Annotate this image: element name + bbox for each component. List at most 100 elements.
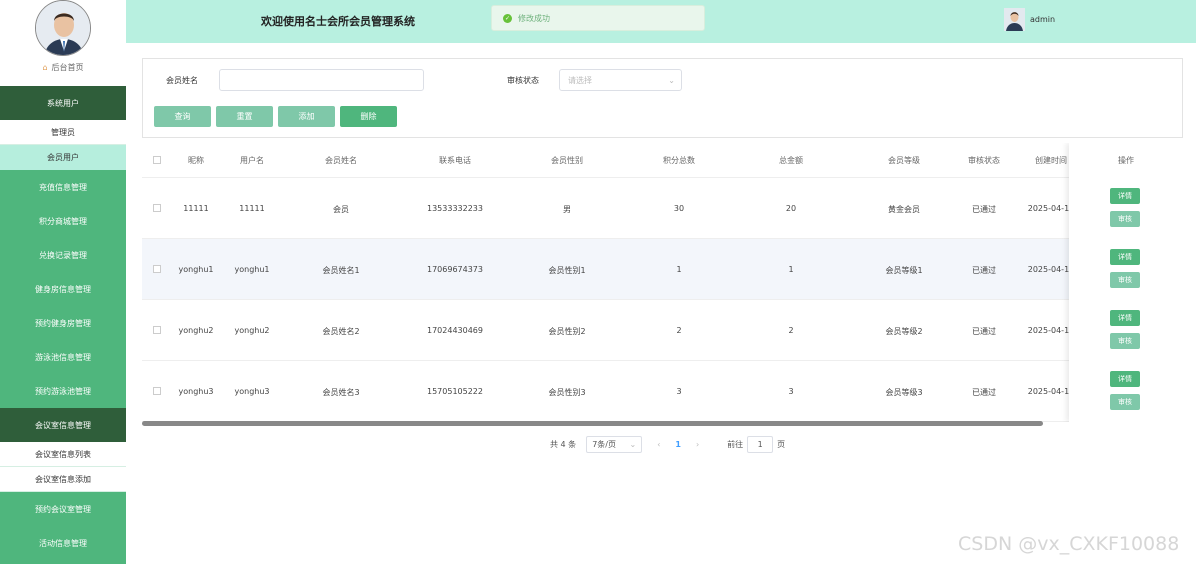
sidebar-item-0[interactable]: 系统用户: [0, 86, 126, 120]
column-header-5: 积分总数: [663, 156, 695, 165]
table-cell: 15705105222: [427, 387, 483, 396]
table-cell: 2025-04-14: [1027, 387, 1075, 396]
review-status-placeholder: 请选择: [568, 75, 592, 85]
sidebar-menu: 系统用户 管理员 会员用户 充值信息管理 积分商城管理 兑换记录管理 健身房信息管理 预约健身…: [0, 86, 126, 560]
review-button[interactable]: 审核: [1110, 333, 1140, 349]
page-unit: 页: [777, 439, 786, 449]
table-cell: 2: [676, 326, 682, 335]
sidebar-item-12[interactable]: 会议室信息添加: [0, 467, 126, 492]
sidebar-item-9[interactable]: 预约游泳池管理: [0, 374, 126, 408]
sidebar-item-6[interactable]: 健身房信息管理: [0, 272, 126, 306]
total-count: 共 4 条: [550, 439, 577, 449]
home-icon: ⌂: [42, 63, 48, 72]
select-all-checkbox[interactable]: [153, 156, 161, 164]
success-toast: ✓ 修改成功: [491, 5, 705, 31]
column-header-3: 联系电话: [439, 156, 471, 165]
add-button[interactable]: 添加: [278, 106, 335, 127]
home-link[interactable]: ⌂ 后台首页: [0, 62, 126, 73]
table-cell: 会员等级3: [885, 388, 923, 397]
page-number[interactable]: 1: [675, 440, 681, 449]
table-cell: 已通过: [972, 205, 996, 214]
table-row[interactable]: yonghu1 yonghu1 会员姓名1 17069674373 会员性别1 1 1 会员等…: [142, 239, 1183, 300]
detail-button[interactable]: 详情: [1110, 188, 1140, 204]
sidebar-item-13[interactable]: 预约会议室管理: [0, 492, 126, 526]
review-button[interactable]: 审核: [1110, 272, 1140, 288]
table-row[interactable]: 11111 11111 会员 13533332233 男 30 20 黄金会员 已通过 2025-…: [142, 178, 1183, 239]
table-cell: 20: [785, 204, 797, 213]
table-cell: 2025-04-14: [1027, 326, 1075, 335]
delete-button[interactable]: 删除: [340, 106, 397, 127]
pagination: 共 4 条 7条/页 ⌄ ‹ 1 › 前往 1 页: [550, 435, 785, 453]
table-cell: yonghu3: [178, 387, 214, 396]
detail-button[interactable]: 详情: [1110, 249, 1140, 265]
table-cell: 30: [673, 204, 685, 213]
sidebar-item-11[interactable]: 会议室信息列表: [0, 442, 126, 467]
sidebar-item-5[interactable]: 兑换记录管理: [0, 238, 126, 272]
jump-page-input[interactable]: 1: [747, 435, 774, 453]
page-title: 欢迎使用名士会所会员管理系统: [261, 15, 415, 28]
column-header-8: 审核状态: [968, 156, 1000, 165]
sidebar-item-8[interactable]: 游泳池信息管理: [0, 340, 126, 374]
table-cell: 2025-04-14: [1027, 265, 1075, 274]
check-icon: ✓: [503, 13, 512, 23]
sidebar-item-4[interactable]: 积分商城管理: [0, 204, 126, 238]
operations-header: 操作: [1118, 156, 1134, 165]
user-menu[interactable]: admin: [1004, 8, 1055, 31]
review-button[interactable]: 审核: [1110, 211, 1140, 227]
table-cell: 2: [788, 326, 794, 335]
column-header-1: 用户名: [240, 156, 264, 165]
sidebar-item-10[interactable]: 会议室信息管理: [0, 408, 126, 442]
column-header-2: 会员姓名: [325, 156, 357, 165]
avatar-area: [0, 0, 126, 86]
table-cell: yonghu2: [234, 326, 270, 335]
user-avatar: [1004, 8, 1025, 31]
table-cell: 2025-04-14: [1027, 204, 1075, 213]
detail-button[interactable]: 详情: [1110, 371, 1140, 387]
query-button[interactable]: 查询: [154, 106, 211, 127]
sidebar-item-1[interactable]: 管理员: [0, 120, 126, 145]
next-page-icon[interactable]: ›: [696, 440, 699, 449]
sidebar-item-3[interactable]: 充值信息管理: [0, 170, 126, 204]
table-cell: 会员姓名2: [322, 327, 360, 336]
row-checkbox[interactable]: [153, 265, 161, 273]
username: admin: [1030, 15, 1056, 24]
row-checkbox[interactable]: [153, 387, 161, 395]
table-cell: 已通过: [972, 388, 996, 397]
row-checkbox[interactable]: [153, 326, 161, 334]
table-cell: 11111: [183, 204, 209, 213]
detail-button[interactable]: 详情: [1110, 310, 1140, 326]
table-cell: 17069674373: [427, 265, 483, 274]
reset-button[interactable]: 重置: [216, 106, 273, 127]
table-cell: 会员姓名3: [322, 388, 360, 397]
watermark: CSDN @vx_CXKF10088: [958, 533, 1180, 555]
review-status-select[interactable]: 请选择 ⌄: [559, 69, 682, 91]
table-row[interactable]: yonghu3 yonghu3 会员姓名3 15705105222 会员性别3 3 3 会员等…: [142, 361, 1183, 422]
column-header-7: 会员等级: [888, 156, 920, 165]
member-name-input[interactable]: [219, 69, 424, 91]
table-cell: 黄金会员: [888, 205, 920, 214]
table-cell: 会员性别2: [548, 327, 586, 336]
sidebar: ⌂ 后台首页 系统用户 管理员 会员用户 充值信息管理 积分商城管理 兑换记录管理 健身房信息…: [0, 0, 126, 564]
table-cell: 3: [788, 387, 794, 396]
sidebar-item-7[interactable]: 预约健身房管理: [0, 306, 126, 340]
sidebar-item-2[interactable]: 会员用户: [0, 145, 126, 170]
table-cell: 会员等级2: [885, 327, 923, 336]
sidebar-item-14[interactable]: 活动信息管理: [0, 526, 126, 560]
table-row[interactable]: yonghu2 yonghu2 会员姓名2 17024430469 会员性别2 2 2 会员等…: [142, 300, 1183, 361]
table-cell: 已通过: [972, 327, 996, 336]
table-cell: 13533332233: [427, 204, 483, 213]
column-header-6: 总金额: [779, 156, 803, 165]
member-table: 昵称 用户名 会员姓名 联系电话 会员性别 积分总数 总金额 会员等级 审核状态 创建时间 111…: [142, 143, 1183, 422]
prev-page-icon[interactable]: ‹: [657, 440, 660, 449]
table-cell: yonghu2: [178, 326, 214, 335]
table-cell: 已通过: [972, 266, 996, 275]
page-size-select[interactable]: 7条/页 ⌄: [586, 435, 643, 453]
review-status-label: 审核状态: [507, 76, 539, 85]
column-header-0: 昵称: [188, 156, 204, 165]
table-cell: 11111: [239, 204, 265, 213]
table-cell: 1: [788, 265, 794, 274]
review-button[interactable]: 审核: [1110, 394, 1140, 410]
horizontal-scrollbar[interactable]: [142, 421, 1043, 426]
table-cell: 男: [563, 205, 571, 214]
row-checkbox[interactable]: [153, 204, 161, 212]
